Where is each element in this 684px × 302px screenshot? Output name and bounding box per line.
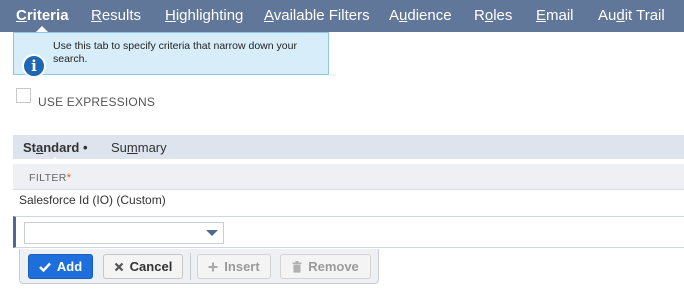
info-icon: i	[22, 54, 46, 78]
plus-icon	[208, 262, 218, 271]
subtab-summary[interactable]: Summary	[111, 140, 167, 155]
table-row[interactable]: Salesforce Id (IO) (Custom)	[13, 190, 684, 215]
top-tab-bar: Criteria Results Highlighting Available …	[0, 0, 684, 33]
add-button[interactable]: Add	[28, 254, 93, 279]
button-separator	[190, 253, 191, 280]
remove-button[interactable]: Remove	[280, 254, 371, 279]
add-button-label: Add	[56, 259, 83, 274]
required-marker: *	[66, 172, 72, 184]
check-icon	[39, 262, 51, 272]
tab-email[interactable]: Email	[536, 0, 574, 32]
tab-audience[interactable]: Audience	[389, 0, 452, 32]
insert-button[interactable]: Insert	[197, 254, 271, 279]
remove-button-label: Remove	[308, 259, 359, 274]
cancel-button-label: Cancel	[129, 259, 173, 274]
help-tooltip: Use this tab to specify criteria that na…	[13, 32, 329, 78]
tab-available-filters[interactable]: Available Filters	[264, 0, 370, 32]
close-icon	[114, 262, 123, 271]
filter-header-label: FILTER*	[29, 172, 72, 184]
use-expressions-checkbox[interactable]	[16, 88, 31, 103]
tab-highlighting[interactable]: Highlighting	[165, 0, 243, 32]
cancel-button[interactable]: Cancel	[103, 254, 183, 279]
use-expressions-label: USE EXPRESSIONS	[38, 95, 156, 109]
help-text: Use this tab to specify criteria that na…	[53, 40, 297, 65]
row-action-bar: Add Cancel Insert Remove	[19, 249, 379, 284]
filter-row-value: Salesforce Id (IO) (Custom)	[19, 193, 166, 207]
tab-audit-trail[interactable]: Audit Trail	[598, 0, 665, 32]
filter-edit-row	[13, 216, 684, 248]
tab-results[interactable]: Results	[91, 0, 141, 32]
insert-button-label: Insert	[224, 259, 260, 274]
tab-roles[interactable]: Roles	[474, 0, 512, 32]
trash-icon	[292, 260, 302, 273]
subtab-standard[interactable]: Standard •	[23, 140, 88, 163]
filter-select[interactable]	[24, 222, 224, 244]
filter-column-header: FILTER*	[13, 164, 684, 190]
chevron-down-icon[interactable]	[206, 230, 218, 236]
criteria-subtab-bar: Standard • Summary	[13, 135, 684, 163]
tab-criteria[interactable]: Criteria	[16, 0, 69, 33]
